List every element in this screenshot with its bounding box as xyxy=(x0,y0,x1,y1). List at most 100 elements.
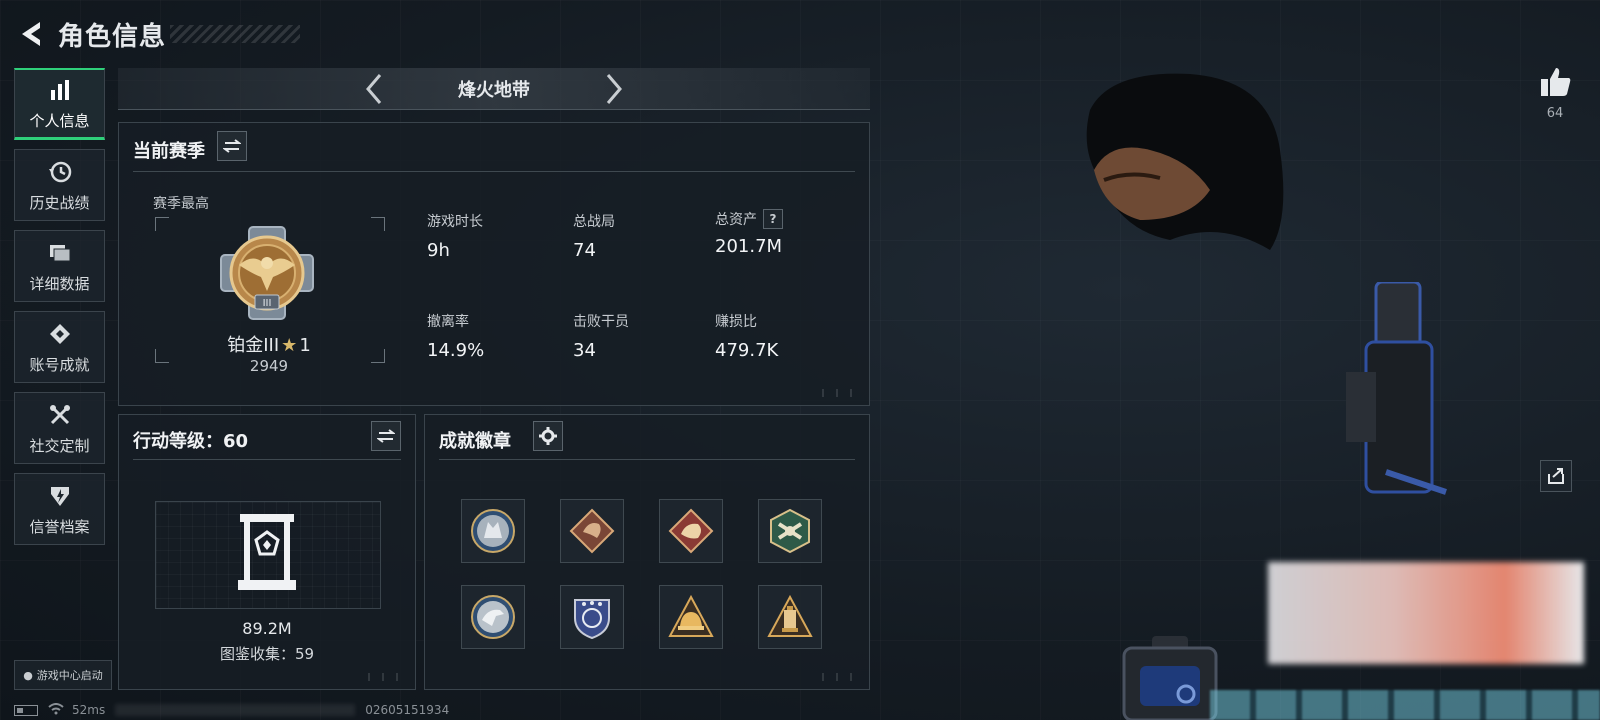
rank-points: 2949 xyxy=(249,357,289,375)
mode-next-button[interactable] xyxy=(594,69,634,109)
eagle-badge-icon xyxy=(471,595,515,639)
dragon-badge-icon xyxy=(569,508,615,554)
badge-slot[interactable] xyxy=(461,499,525,563)
sidebar-item-personal-info[interactable]: 个人信息 xyxy=(14,68,105,140)
season-switch-button[interactable] xyxy=(217,131,247,161)
stat-total-assets: 总资产? 201.7M xyxy=(715,209,845,257)
display-case-icon xyxy=(236,512,298,600)
sidebar: 个人信息 历史战绩 详细数据 账号成就 社交定制 信誉档案 xyxy=(14,68,106,554)
collection-count: 图鉴收集：59 xyxy=(219,645,315,663)
rank-name: 铂金III ★ 1 xyxy=(179,331,359,357)
ping-value: 52ms xyxy=(72,703,106,717)
sidebar-item-label: 账号成就 xyxy=(29,355,90,374)
corner-decoration xyxy=(819,673,861,681)
stat-value: 9h xyxy=(427,240,450,261)
sidebar-item-credit[interactable]: 信誉档案 xyxy=(14,473,105,545)
panel-divider xyxy=(133,459,401,460)
page-title: 角色信息 xyxy=(58,21,167,52)
sidebar-item-detailed-data[interactable]: 详细数据 xyxy=(14,230,105,302)
badge-grid xyxy=(461,499,822,649)
swap-icon xyxy=(223,139,241,153)
achievements-title: 成就徽章 xyxy=(439,431,511,452)
glow-floor xyxy=(1210,690,1600,720)
sidebar-item-label: 详细数据 xyxy=(29,274,90,293)
badge-slot[interactable] xyxy=(659,499,723,563)
tools-icon xyxy=(48,401,72,429)
achievements-settings-button[interactable] xyxy=(533,421,563,451)
stat-value: 201.7M xyxy=(715,236,783,257)
stat-extract-rate: 撤离率 14.9% xyxy=(427,311,557,361)
title-decoration xyxy=(170,25,301,43)
chevron-left-icon xyxy=(366,73,382,104)
player-id: 02605151934 xyxy=(365,703,450,717)
battery-icon xyxy=(14,704,38,716)
shield-icon xyxy=(48,482,72,510)
stat-profit-ratio: 赚损比 479.7K xyxy=(715,311,845,361)
corner-decoration xyxy=(819,389,861,397)
stat-label: 总战局 xyxy=(573,214,615,230)
mode-selector: 烽火地带 xyxy=(118,68,870,110)
helmet-badge-icon xyxy=(668,594,714,637)
thumbs-up-icon xyxy=(1541,68,1571,96)
level-title: 行动等级：60 xyxy=(133,431,249,452)
share-button[interactable] xyxy=(1540,460,1572,492)
rank-title: 铂金III xyxy=(227,335,280,356)
achievements-panel: 成就徽章 xyxy=(424,414,870,690)
sidebar-item-history[interactable]: 历史战绩 xyxy=(14,149,105,221)
history-icon xyxy=(48,158,72,186)
sidebar-item-label: 个人信息 xyxy=(29,112,90,130)
sidebar-item-social[interactable]: 社交定制 xyxy=(14,392,105,464)
lantern-badge-icon xyxy=(767,594,813,637)
collection-card[interactable] xyxy=(155,501,381,609)
corner-decoration xyxy=(365,673,407,681)
bar-chart-icon xyxy=(48,76,72,104)
rank-badge-icon: III xyxy=(215,221,319,325)
mode-prev-button[interactable] xyxy=(354,69,394,109)
sidebar-item-label: 社交定制 xyxy=(29,436,90,455)
collection-value: 89.2M xyxy=(242,619,292,638)
blurred-overlay xyxy=(1268,562,1584,664)
season-best-label: 赛季最高 xyxy=(153,196,209,212)
star-icon: ★ xyxy=(281,335,298,356)
stat-value: 34 xyxy=(573,340,596,361)
panel-divider xyxy=(133,171,855,172)
panel-divider xyxy=(439,459,855,460)
stat-value: 479.7K xyxy=(715,340,779,361)
wolf-badge-icon xyxy=(471,509,515,553)
badge-slot[interactable] xyxy=(461,585,525,649)
back-arrow-icon xyxy=(22,22,40,46)
stat-kills: 击败干员 34 xyxy=(573,311,703,361)
achievement-icon xyxy=(48,320,72,348)
game-center-label: 游戏中心启动 xyxy=(36,669,103,682)
penguin-icon: ● xyxy=(23,668,33,682)
blurred-username xyxy=(115,704,356,716)
gear-icon xyxy=(539,427,557,445)
character-head-model xyxy=(1080,70,1300,260)
stat-total-matches: 总战局 74 xyxy=(573,211,703,261)
sidebar-item-achievements[interactable]: 账号成就 xyxy=(14,311,105,383)
badge-slot[interactable] xyxy=(758,499,822,563)
hornet-badge-icon xyxy=(770,508,810,554)
game-center-button[interactable]: ● 游戏中心启动 xyxy=(14,660,112,690)
back-button[interactable] xyxy=(14,17,48,51)
badge-slot[interactable] xyxy=(560,499,624,563)
case-model xyxy=(1120,636,1220,720)
level-switch-button[interactable] xyxy=(371,421,401,451)
stat-label: 击败干员 xyxy=(573,314,629,330)
like-button[interactable] xyxy=(1538,64,1574,100)
svg-text:III: III xyxy=(263,298,272,309)
stat-label: 游戏时长 xyxy=(427,214,483,230)
badge-slot[interactable] xyxy=(659,585,723,649)
wifi-icon xyxy=(48,702,64,718)
help-icon[interactable]: ? xyxy=(763,209,783,229)
badge-slot[interactable] xyxy=(758,585,822,649)
badge-slot[interactable] xyxy=(560,585,624,649)
season-panel: 当前赛季 赛季最高 III 铂金III ★ 1 2949 游戏时长 9h 总战局 7… xyxy=(118,122,870,406)
backpack-model xyxy=(1346,280,1456,502)
season-title: 当前赛季 xyxy=(133,141,205,162)
stat-label: 赚损比 xyxy=(715,314,757,330)
chevron-right-icon xyxy=(606,73,622,104)
swap-icon xyxy=(377,429,395,443)
status-bar: 52ms 02605151934 xyxy=(14,702,449,718)
folder-icon xyxy=(48,239,72,267)
